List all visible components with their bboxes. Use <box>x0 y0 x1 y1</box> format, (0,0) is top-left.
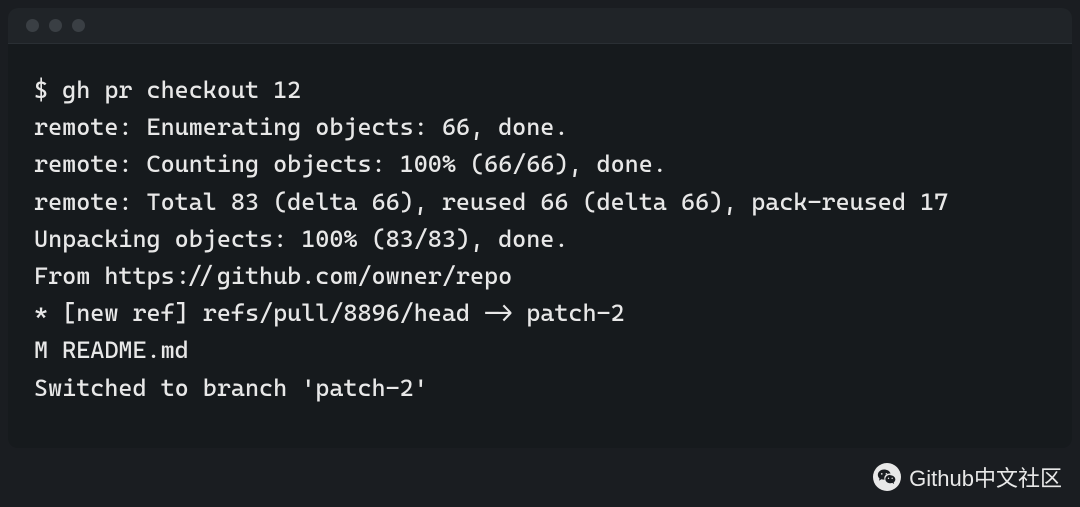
terminal-window: $ gh pr checkout 12 remote: Enumerating … <box>8 8 1072 448</box>
wechat-icon <box>873 463 901 491</box>
shell-prompt: $ <box>34 76 62 104</box>
terminal-line: * [new ref] refs/pull/8896/head -> patch… <box>34 299 625 327</box>
terminal-line: remote: Enumerating objects: 66, done. <box>34 113 568 141</box>
terminal-line: Switched to branch 'patch-2' <box>34 374 428 402</box>
maximize-icon[interactable] <box>72 19 85 32</box>
terminal-line: From https://github.com/owner/repo <box>34 262 512 290</box>
terminal-line: remote: Counting objects: 100% (66/66), … <box>34 150 667 178</box>
watermark-label: Github中文社区 <box>909 461 1062 493</box>
close-icon[interactable] <box>26 19 39 32</box>
terminal-line: Unpacking objects: 100% (83/83), done. <box>34 225 568 253</box>
terminal-line: remote: Total 83 (delta 66), reused 66 (… <box>34 188 948 216</box>
shell-command: gh pr checkout 12 <box>62 76 301 104</box>
minimize-icon[interactable] <box>49 19 62 32</box>
watermark: Github中文社区 <box>873 461 1062 493</box>
window-titlebar <box>8 8 1072 44</box>
terminal-line: M README.md <box>34 336 189 364</box>
terminal-output[interactable]: $ gh pr checkout 12 remote: Enumerating … <box>8 44 1072 427</box>
